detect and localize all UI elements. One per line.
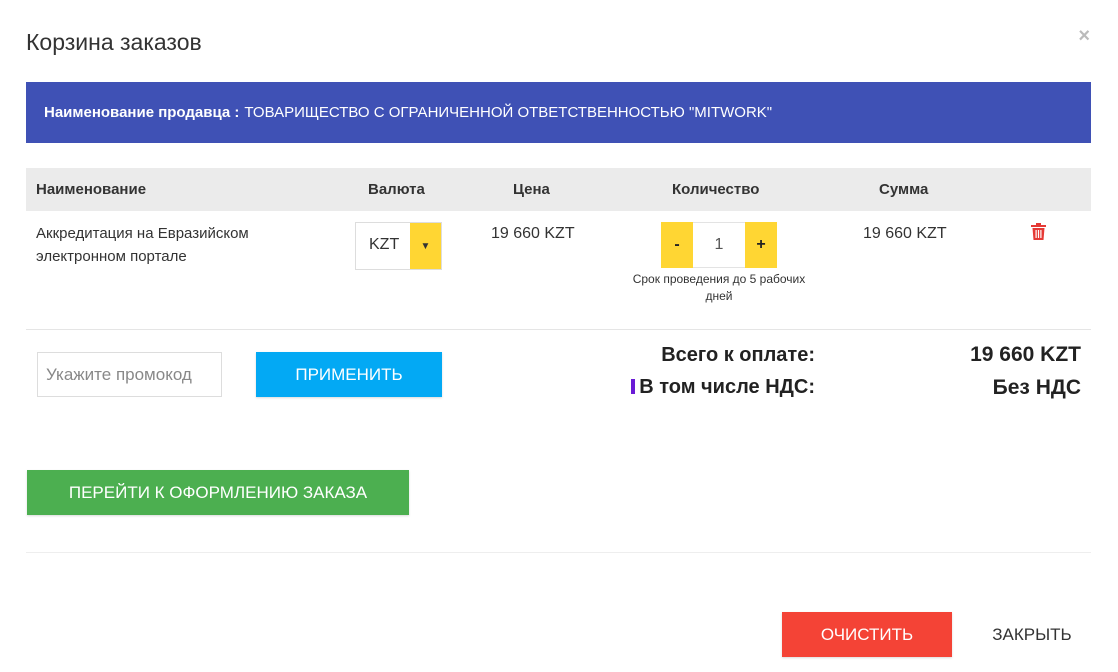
vat-value: Без НДС (992, 376, 1081, 399)
currency-select[interactable]: KZT ▼ (355, 222, 442, 270)
chevron-down-icon[interactable]: ▼ (410, 223, 441, 269)
trash-icon[interactable] (1031, 223, 1046, 245)
item-name: Аккредитация на Евразийском электронном … (36, 225, 249, 265)
apply-promo-button[interactable]: ПРИМЕНИТЬ (256, 352, 442, 397)
footer-divider (26, 552, 1091, 553)
quantity-input[interactable]: 1 (693, 222, 745, 268)
divider (26, 329, 1091, 330)
seller-label: Наименование продавца : (44, 104, 240, 121)
item-price: 19 660 KZT (491, 225, 575, 242)
header-price: Цена (513, 181, 550, 198)
table-header: Наименование Валюта Цена Количество Сумм… (26, 168, 1091, 211)
seller-bar: Наименование продавца : ТОВАРИЩЕСТВО С О… (26, 82, 1091, 143)
total-value: 19 660 KZT (970, 343, 1081, 366)
header-quantity: Количество (672, 181, 760, 198)
vat-label: В том числе НДС: (639, 376, 815, 398)
checkout-button[interactable]: ПЕРЕЙТИ К ОФОРМЛЕНИЮ ЗАКАЗА (27, 470, 409, 515)
header-sum: Сумма (879, 181, 929, 198)
clear-cart-button[interactable]: ОЧИСТИТЬ (782, 612, 952, 657)
total-label: Всего к оплате: (661, 344, 815, 366)
close-icon[interactable]: × (1078, 26, 1090, 46)
quantity-stepper: - 1 + (661, 222, 777, 268)
quantity-increase-button[interactable]: + (745, 222, 777, 268)
close-button[interactable]: ЗАКРЫТЬ (972, 612, 1092, 657)
vat-row-label: В том числе НДС: (560, 376, 815, 399)
term-note: Срок проведения до 5 рабочих дней (632, 272, 806, 303)
item-sum: 19 660 KZT (863, 225, 947, 242)
seller-name: ТОВАРИЩЕСТВО С ОГРАНИЧЕННОЙ ОТВЕТСТВЕННО… (244, 104, 773, 121)
text-cursor-marker (631, 379, 636, 394)
header-name: Наименование (36, 181, 147, 198)
modal-title: Корзина заказов (26, 29, 202, 55)
quantity-decrease-button[interactable]: - (661, 222, 693, 268)
header-currency: Валюта (368, 181, 425, 198)
currency-value: KZT (369, 236, 400, 253)
promo-code-input[interactable] (37, 352, 222, 397)
